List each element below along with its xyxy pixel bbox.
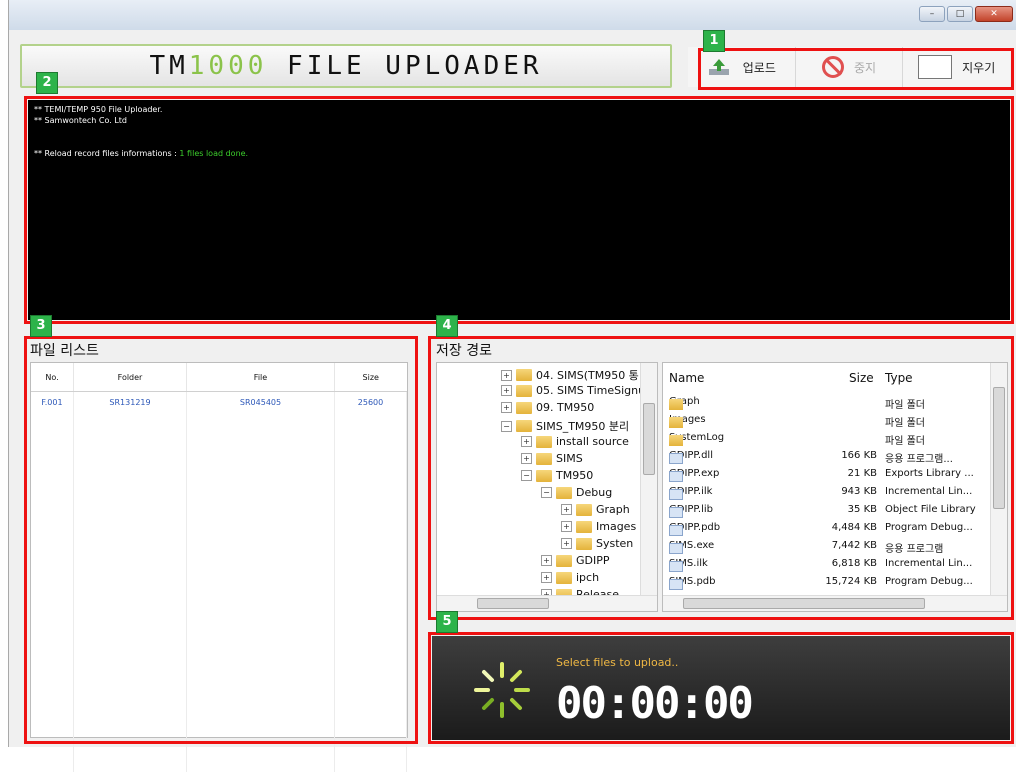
empty-row <box>31 752 407 772</box>
badge-2: 2 <box>36 72 58 94</box>
app-logo: TM1000 FILE UPLOADER <box>20 44 672 88</box>
highlight-box-3 <box>24 336 418 744</box>
logo-text-title: FILE UPLOADER <box>267 51 543 81</box>
highlight-box-2 <box>24 96 1014 324</box>
badge-3: 3 <box>30 315 52 337</box>
highlight-box-4 <box>428 336 1014 620</box>
badge-4: 4 <box>436 315 458 337</box>
badge-1: 1 <box>703 30 725 52</box>
logo-text-model: 1000 <box>188 51 268 81</box>
close-button[interactable]: ✕ <box>975 6 1013 22</box>
highlight-box-5 <box>428 632 1014 744</box>
minimize-button[interactable]: – <box>919 6 945 22</box>
title-bar: – □ ✕ <box>9 0 1016 30</box>
highlight-box-1 <box>698 48 1014 90</box>
maximize-button[interactable]: □ <box>947 6 973 22</box>
badge-5: 5 <box>436 611 458 633</box>
logo-text-tm: TM <box>149 51 189 81</box>
